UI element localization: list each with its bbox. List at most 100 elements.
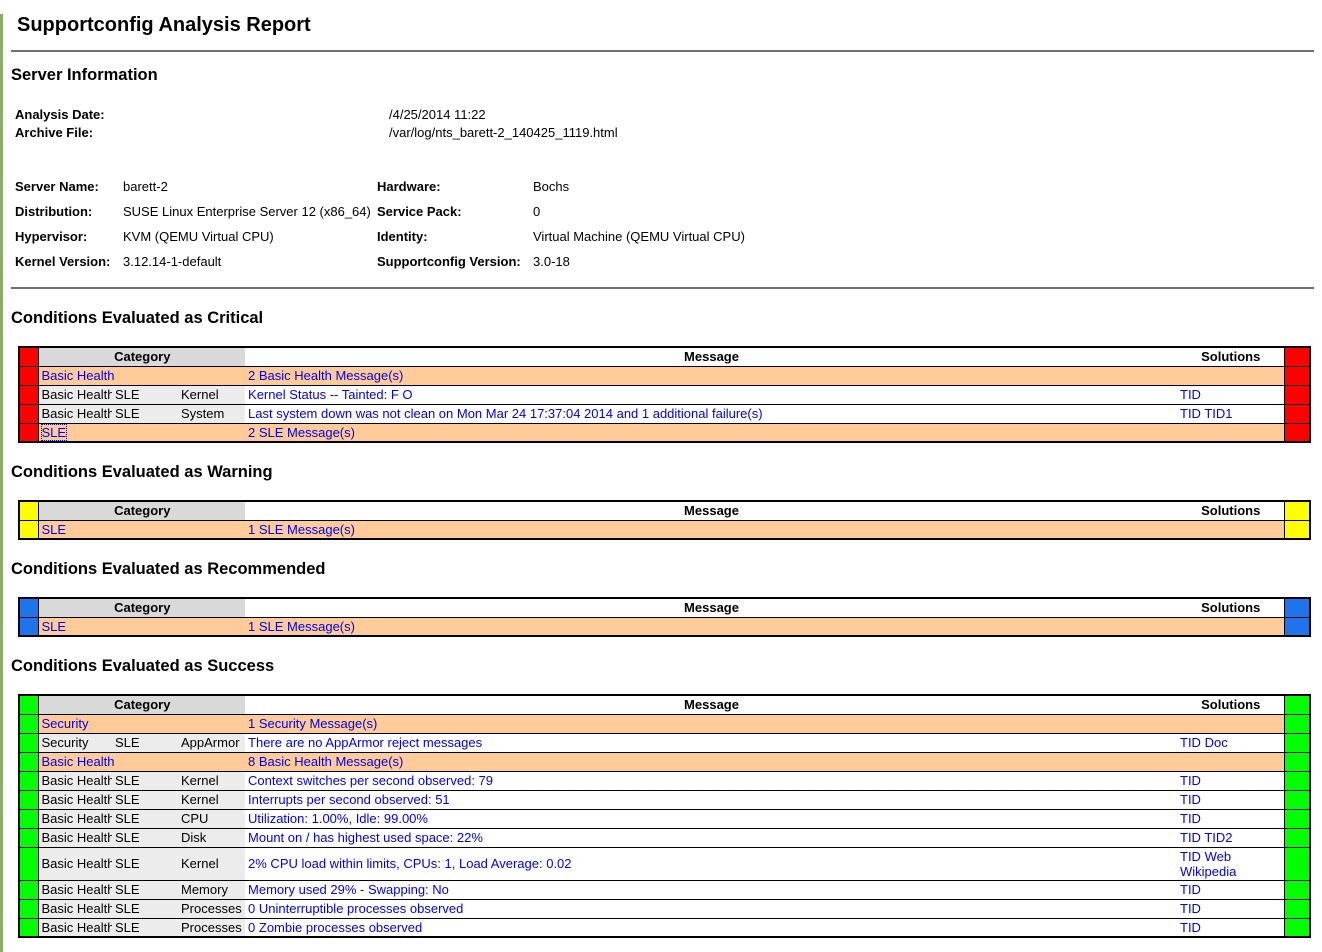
summary-category-cell: SLE	[38, 423, 245, 442]
message-link[interactable]: Kernel Status -- Tainted: F O	[248, 387, 413, 402]
summary-row: SLE 1 SLE Message(s)	[19, 520, 1310, 539]
solution-link[interactable]: TID2	[1204, 830, 1232, 845]
archive-file-row: Archive File: /var/log/nts_barett-2_1404…	[15, 123, 618, 141]
category-cell: Processes	[178, 899, 245, 918]
summary-row: Security1 Security Message(s)	[19, 714, 1310, 733]
conditions-sections: Conditions Evaluated as CriticalCategory…	[11, 309, 1314, 938]
solution-link[interactable]: Wikipedia	[1180, 864, 1236, 879]
message-link[interactable]: Context switches per second observed: 79	[248, 773, 493, 788]
detail-row: Basic HealthSLEProcesses0 Uninterruptibl…	[19, 899, 1310, 918]
message-link[interactable]: 0 Uninterruptible processes observed	[248, 901, 463, 916]
category-cell: Kernel	[178, 385, 245, 404]
solution-link[interactable]: TID	[1180, 901, 1201, 916]
hypervisor-label: Hypervisor:	[15, 224, 123, 249]
severity-edge-cell-success	[1284, 880, 1310, 899]
server-information-heading: Server Information	[11, 66, 1314, 85]
category-summary-link[interactable]: Security	[42, 716, 89, 731]
kernel-version-value: 3.12.14-1-default	[123, 249, 377, 274]
solution-link[interactable]: TID	[1180, 406, 1201, 421]
summary-category-cell: Basic Health	[38, 366, 245, 385]
severity-edge-cell-recommended	[19, 617, 38, 636]
conditions-table-critical: CategoryMessageSolutionsBasic Health2 Ba…	[18, 346, 1311, 443]
severity-edge-cell-success	[19, 733, 38, 752]
category-cell: Kernel	[178, 847, 245, 880]
severity-edge-cell-success	[1284, 733, 1310, 752]
solutions-cell: TID	[1177, 899, 1284, 918]
solution-link[interactable]: TID	[1180, 920, 1201, 935]
severity-edge-cell-success	[19, 771, 38, 790]
message-link[interactable]: Memory used 29% - Swapping: No	[248, 882, 449, 897]
solution-link[interactable]: TID	[1180, 830, 1201, 845]
severity-edge-cell-success	[19, 880, 38, 899]
category-summary-link[interactable]: SLE	[42, 522, 67, 537]
summary-solutions-cell	[1177, 366, 1284, 385]
kernel-version-label: Kernel Version:	[15, 249, 123, 274]
solution-link[interactable]: TID	[1180, 811, 1201, 826]
solutions-cell: TID	[1177, 809, 1284, 828]
archive-file-label: Archive File:	[15, 123, 389, 141]
summary-message-cell: 1 SLE Message(s)	[245, 520, 1177, 539]
message-link[interactable]: 0 Zombie processes observed	[248, 920, 422, 935]
category-cell: Basic Health	[38, 790, 112, 809]
solution-link[interactable]: TID	[1180, 735, 1201, 750]
category-cell: CPU	[178, 809, 245, 828]
category-summary-link[interactable]: SLE	[42, 425, 67, 440]
message-link[interactable]: Utilization: 1.00%, Idle: 99.00%	[248, 811, 428, 826]
page-title: Supportconfig Analysis Report	[17, 14, 1314, 37]
category-cell: SLE	[112, 809, 178, 828]
severity-edge-cell-success	[1284, 847, 1310, 880]
summary-solutions-cell	[1177, 714, 1284, 733]
solution-link[interactable]: TID	[1180, 882, 1201, 897]
section-heading-recommended: Conditions Evaluated as Recommended	[11, 560, 1314, 579]
message-link[interactable]: 2% CPU load within limits, CPUs: 1, Load…	[248, 856, 571, 871]
message-link[interactable]: There are no AppArmor reject messages	[248, 735, 482, 750]
solutions-cell: TID Web Wikipedia	[1177, 847, 1284, 880]
solutions-column-header: Solutions	[1177, 501, 1284, 520]
analysis-date-label: Analysis Date:	[15, 105, 389, 123]
detail-row: Basic HealthSLEKernel2% CPU load within …	[19, 847, 1310, 880]
solution-link[interactable]: Web	[1205, 849, 1232, 864]
message-link[interactable]: Mount on / has highest used space: 22%	[248, 830, 483, 845]
distribution-label: Distribution:	[15, 199, 123, 224]
category-cell: SLE	[112, 828, 178, 847]
detail-row: Basic HealthSLECPUUtilization: 1.00%, Id…	[19, 809, 1310, 828]
section-heading-warning: Conditions Evaluated as Warning	[11, 463, 1314, 482]
title-divider	[11, 50, 1314, 52]
section-heading-success: Conditions Evaluated as Success	[11, 657, 1314, 676]
message-link[interactable]: Interrupts per second observed: 51	[248, 792, 450, 807]
summary-solutions-cell	[1177, 752, 1284, 771]
solution-link[interactable]: TID	[1180, 792, 1201, 807]
message-cell: Kernel Status -- Tainted: F O	[245, 385, 1177, 404]
category-cell: Basic Health	[38, 385, 112, 404]
category-cell: Basic Health	[38, 847, 112, 880]
solution-link[interactable]: Doc	[1205, 735, 1228, 750]
severity-edge-cell-recommended	[19, 598, 38, 617]
solution-link[interactable]: TID1	[1204, 406, 1232, 421]
severity-edge-cell-success	[19, 918, 38, 937]
solution-link[interactable]: TID	[1180, 773, 1201, 788]
category-cell: Kernel	[178, 771, 245, 790]
message-cell: 0 Zombie processes observed	[245, 918, 1177, 937]
severity-edge-cell-critical	[1284, 347, 1310, 366]
table-header-row: CategoryMessageSolutions	[19, 347, 1310, 366]
solutions-cell: TID Doc	[1177, 733, 1284, 752]
server-details-row: Server Name: barett-2 Hardware: Bochs	[15, 174, 745, 199]
category-cell: SLE	[112, 385, 178, 404]
message-column-header: Message	[245, 598, 1177, 617]
category-cell: SLE	[112, 918, 178, 937]
category-summary-link[interactable]: Basic Health	[42, 368, 115, 383]
message-cell: Memory used 29% - Swapping: No	[245, 880, 1177, 899]
category-column-header: Category	[38, 501, 245, 520]
server-details-row: Kernel Version: 3.12.14-1-default Suppor…	[15, 249, 745, 274]
category-summary-link[interactable]: Basic Health	[42, 754, 115, 769]
solution-link[interactable]: TID	[1180, 387, 1201, 402]
severity-edge-cell-success	[1284, 809, 1310, 828]
severity-edge-cell-success	[1284, 752, 1310, 771]
severity-edge-cell-critical	[1284, 404, 1310, 423]
message-link[interactable]: Last system down was not clean on Mon Ma…	[248, 406, 763, 421]
hypervisor-value: KVM (QEMU Virtual CPU)	[123, 224, 377, 249]
server-info-divider	[11, 287, 1314, 289]
category-cell: Disk	[178, 828, 245, 847]
category-summary-link[interactable]: SLE	[42, 619, 67, 634]
solution-link[interactable]: TID	[1180, 849, 1201, 864]
